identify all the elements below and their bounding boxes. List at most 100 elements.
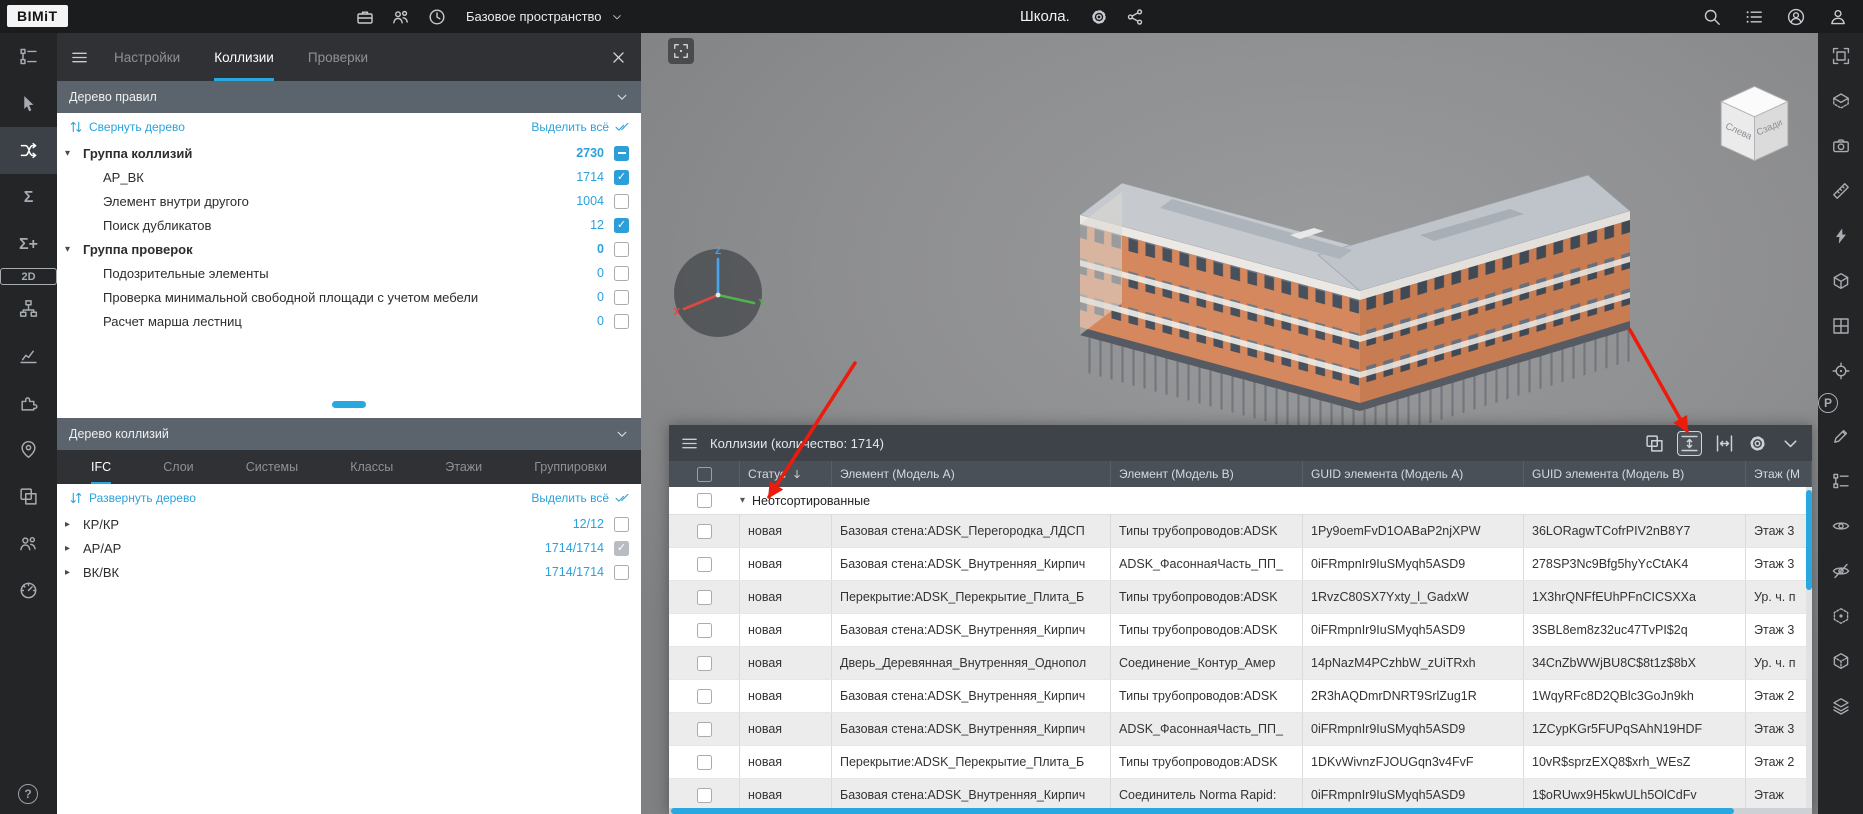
column-header[interactable]: Элемент (Модель A) (832, 461, 1111, 487)
collision-row[interactable]: новая Базовая стена:ADSK_Внутренняя_Кирпи… (669, 614, 1812, 647)
fit-columns-icon[interactable] (1715, 434, 1734, 453)
toolbox-icon[interactable] (356, 8, 374, 26)
checkbox[interactable] (614, 193, 629, 209)
checkbox[interactable] (696, 787, 712, 803)
tree-item[interactable]: ▸ АР/АР 1714/1714 (57, 536, 641, 560)
group-row[interactable]: ▾ Неотсортированные (669, 487, 1812, 515)
checkbox[interactable] (614, 265, 629, 281)
column-header[interactable]: Элемент (Модель B) (1111, 461, 1303, 487)
fit-view-icon[interactable] (1818, 33, 1863, 78)
tree-item[interactable]: АР_ВК 1714 (57, 165, 641, 189)
horizontal-scrollbar[interactable] (669, 808, 1812, 814)
tree-item[interactable]: Подозрительные элементы 0 (57, 261, 641, 285)
collaboration-icon[interactable] (0, 520, 57, 567)
collision-tree-tab[interactable]: Системы (246, 450, 298, 484)
collision-tree-tab[interactable]: Группировки (534, 450, 607, 484)
panel-menu-icon[interactable] (71, 49, 88, 66)
sum-icon[interactable]: Σ (0, 174, 57, 221)
share-icon[interactable] (1126, 8, 1144, 26)
group-expand-arrow[interactable]: ▾ (740, 495, 745, 506)
checkbox[interactable] (614, 241, 629, 257)
panel-tab[interactable]: Проверки (308, 33, 368, 81)
checkbox[interactable] (696, 622, 712, 638)
tree-item[interactable]: Проверка минимальной свободной площади с… (57, 285, 641, 309)
section-plane-icon[interactable] (1818, 78, 1863, 123)
help-icon[interactable]: ? (18, 784, 38, 804)
select-tool-icon[interactable] (0, 80, 57, 127)
collision-tree-tab[interactable]: IFC (91, 450, 112, 484)
collision-row[interactable]: новая Перекрытие:ADSK_Перекрытие_Плита_Б Т… (669, 746, 1812, 779)
checkbox[interactable] (696, 754, 712, 770)
checkbox[interactable] (696, 721, 712, 737)
expand-arrow[interactable]: ▸ (65, 543, 83, 554)
3d-viewport[interactable]: Z X Y Слева Сзади Коллизии (количество: … (641, 33, 1818, 814)
checkbox[interactable] (614, 145, 629, 161)
scrollbar-thumb[interactable] (671, 808, 1734, 814)
expand-arrow[interactable]: ▸ (65, 519, 83, 530)
panel-tab[interactable]: Коллизии (214, 33, 274, 81)
collision-tree-tab[interactable]: Классы (350, 450, 393, 484)
person-pin-icon[interactable] (0, 426, 57, 473)
view-2d-icon[interactable]: 2D (0, 268, 57, 285)
scheme-icon[interactable] (0, 285, 57, 332)
focus-view-button[interactable] (668, 38, 694, 64)
tree-item[interactable]: Поиск дубликатов 12 (57, 213, 641, 237)
checkbox[interactable] (614, 516, 629, 532)
building-model[interactable] (1040, 95, 1690, 475)
tree-item[interactable]: Элемент внутри другого 1004 (57, 189, 641, 213)
close-icon[interactable] (610, 49, 627, 66)
transparency-icon[interactable] (1818, 638, 1863, 683)
row-height-icon[interactable] (1677, 430, 1702, 456)
scrollbar-thumb[interactable] (1806, 490, 1812, 590)
app-logo[interactable]: BIMiT (7, 5, 68, 27)
tree-item[interactable]: ▸ ВК/ВК 1714/1714 (57, 560, 641, 584)
view-cube[interactable]: Слева Сзади (1707, 75, 1802, 170)
clash-detection-icon[interactable] (0, 127, 57, 174)
table-settings-icon[interactable] (1748, 434, 1767, 453)
collision-tree-header[interactable]: Дерево коллизий (57, 418, 641, 450)
sum-plus-icon[interactable]: Σ+ (0, 221, 57, 268)
sort-desc-icon[interactable] (791, 468, 803, 480)
isolate-icon[interactable] (1818, 593, 1863, 638)
column-header[interactable]: GUID элемента (Модель A) (1303, 461, 1524, 487)
checkbox[interactable] (696, 523, 712, 539)
eye-off-icon[interactable] (1818, 548, 1863, 593)
locate-icon[interactable] (1818, 348, 1863, 393)
clash-bolt-icon[interactable] (1818, 213, 1863, 258)
explorer-icon[interactable] (1818, 458, 1863, 503)
collapse-tree-button[interactable]: Свернуть дерево (69, 120, 185, 134)
vertical-scrollbar[interactable] (1806, 487, 1812, 808)
chevron-down-icon[interactable] (615, 90, 629, 104)
column-header[interactable]: Статус (740, 461, 832, 487)
collision-tree-tab[interactable]: Этажи (445, 450, 482, 484)
measure-icon[interactable] (1818, 168, 1863, 213)
camera-icon[interactable] (1818, 123, 1863, 168)
select-all-collisions-button[interactable]: Выделить всё (531, 491, 629, 505)
grid-icon[interactable] (1818, 303, 1863, 348)
collision-row[interactable]: новая Базовая стена:ADSK_Внутренняя_Кирпи… (669, 713, 1812, 746)
gear-icon[interactable] (1090, 8, 1108, 26)
dashboard-icon[interactable] (0, 567, 57, 614)
collapse-panel-icon[interactable] (1781, 434, 1800, 453)
checkbox[interactable] (614, 169, 629, 185)
team-icon[interactable] (392, 8, 410, 26)
clock-icon[interactable] (428, 8, 446, 26)
select-all-rules-button[interactable]: Выделить всё (531, 120, 629, 134)
rules-tree-header[interactable]: Дерево правил (57, 81, 641, 113)
collision-tree-tab[interactable]: Слои (163, 450, 193, 484)
collision-row[interactable]: новая Перекрытие:ADSK_Перекрытие_Плита_Б Т… (669, 581, 1812, 614)
expand-arrow[interactable]: ▾ (65, 244, 83, 255)
panel-menu-icon[interactable] (681, 435, 698, 452)
panel-resize-handle[interactable] (332, 401, 366, 408)
charts-icon[interactable] (0, 332, 57, 379)
axis-gizmo[interactable]: Z X Y (666, 243, 771, 343)
account-icon[interactable] (1787, 8, 1805, 26)
workspace-selector[interactable]: Базовое пространство (466, 0, 623, 33)
tree-item[interactable]: ▾ Группа коллизий 2730 (57, 141, 641, 165)
list-icon[interactable] (1745, 8, 1763, 26)
column-header[interactable]: GUID элемента (Модель B) (1524, 461, 1746, 487)
copy-model-icon[interactable] (0, 473, 57, 520)
markup-icon[interactable] (1818, 413, 1863, 458)
collision-row[interactable]: новая Базовая стена:ADSK_Внутренняя_Кирпи… (669, 680, 1812, 713)
checkbox[interactable] (614, 540, 629, 556)
